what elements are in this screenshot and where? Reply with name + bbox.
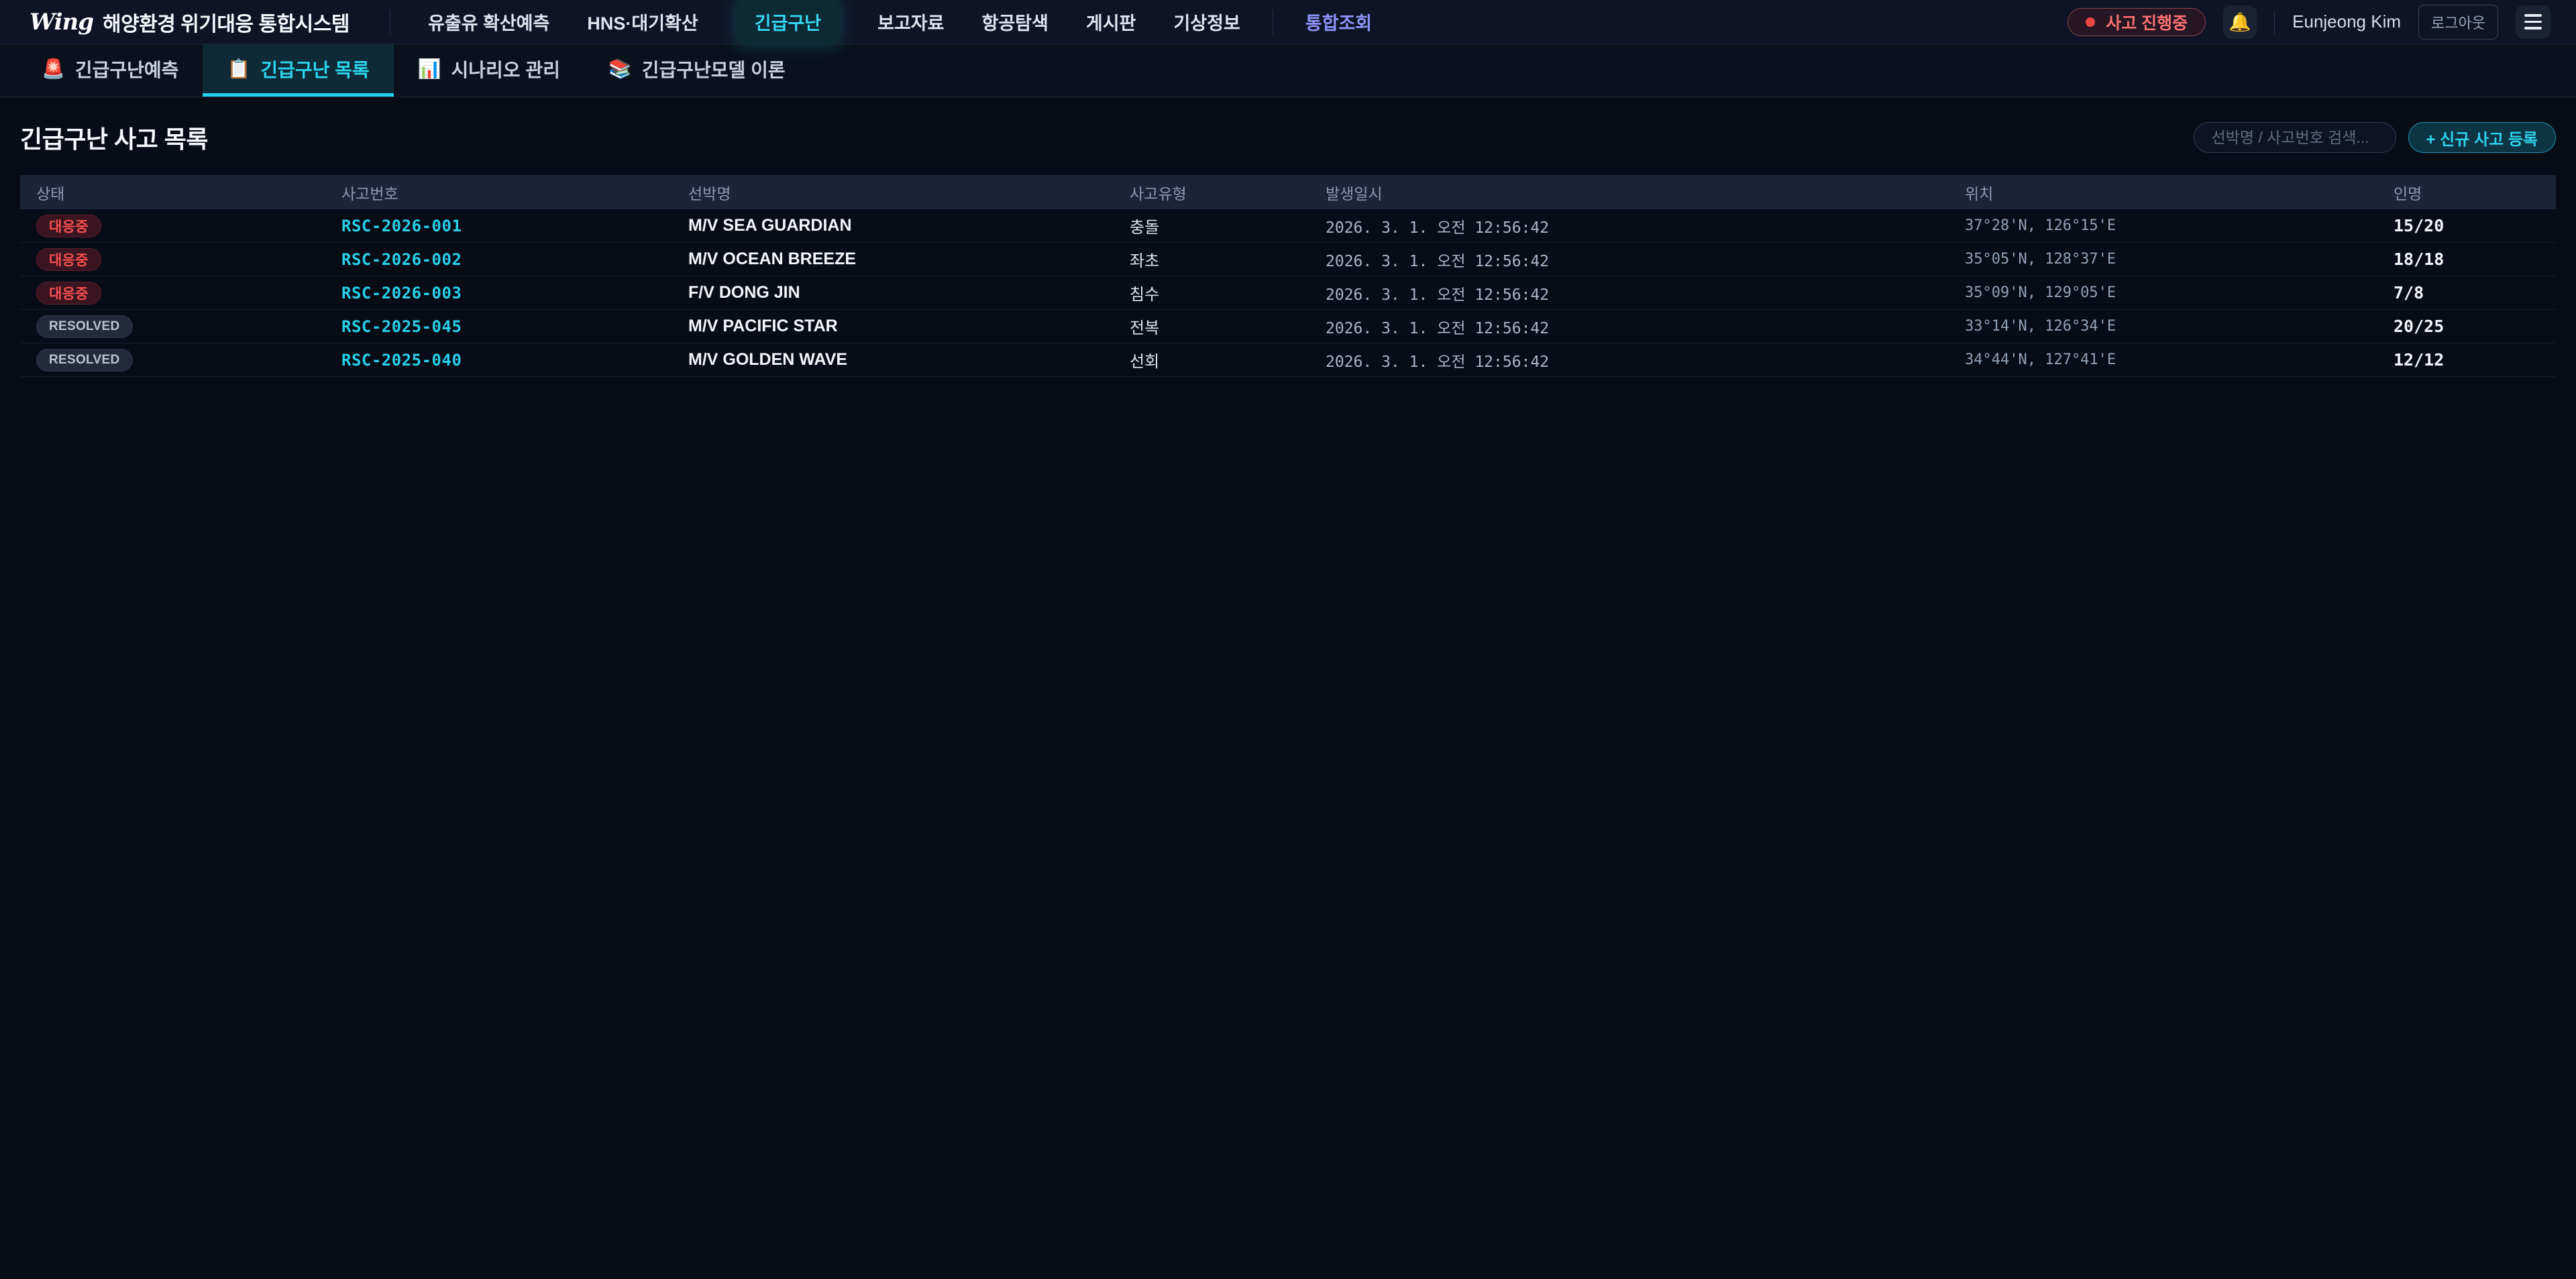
col-header-status: 상태 bbox=[20, 181, 325, 204]
ship-name: F/V DONG JIN bbox=[672, 283, 1114, 302]
tab-rescue-list[interactable]: 📋 긴급구난 목록 bbox=[203, 44, 393, 97]
username: Eunjeong Kim bbox=[2292, 11, 2401, 32]
status-badge: RESOLVED bbox=[36, 315, 133, 338]
incident-id-link[interactable]: RSC-2025-045 bbox=[325, 317, 672, 336]
books-icon: 📚 bbox=[608, 58, 632, 80]
tab-scenario-management[interactable]: 📊 시나리오 관리 bbox=[394, 44, 584, 97]
nav-item-aerial-search[interactable]: 항공탐색 bbox=[981, 9, 1048, 35]
position: 35°09'N, 129°05'E bbox=[1949, 284, 2377, 301]
tab-label: 긴급구난 목록 bbox=[260, 56, 369, 82]
persons-count: 7/8 bbox=[2377, 283, 2556, 302]
app-title: 해양환경 위기대응 통합시스템 bbox=[103, 7, 350, 37]
nav-item-board[interactable]: 게시판 bbox=[1086, 9, 1136, 35]
ship-name: M/V PACIFIC STAR bbox=[672, 317, 1114, 336]
incident-table: 상태 사고번호 선박명 사고유형 발생일시 위치 인명 대응중 RSC-2026… bbox=[20, 175, 2556, 377]
incident-type: 전복 bbox=[1114, 315, 1309, 338]
hamburger-icon bbox=[2524, 14, 2542, 17]
nav-item-emergency-rescue[interactable]: 긴급구난 bbox=[736, 0, 840, 46]
table-body: 대응중 RSC-2026-001 M/V SEA GUARDIAN 충돌 202… bbox=[20, 209, 2556, 377]
bell-icon: 🔔 bbox=[2229, 11, 2251, 33]
position: 33°14'N, 126°34'E bbox=[1949, 318, 2377, 335]
hamburger-menu-button[interactable] bbox=[2516, 5, 2551, 39]
nav-item-reports[interactable]: 보고자료 bbox=[877, 9, 944, 35]
notification-bell-button[interactable]: 🔔 bbox=[2223, 5, 2257, 39]
incident-in-progress-badge: 사고 진행중 bbox=[2068, 8, 2206, 36]
persons-count: 20/25 bbox=[2377, 317, 2556, 336]
logout-button[interactable]: 로그아웃 bbox=[2418, 5, 2498, 40]
incident-row[interactable]: 대응중 RSC-2026-003 F/V DONG JIN 침수 2026. 3… bbox=[20, 276, 2556, 310]
incident-id-link[interactable]: RSC-2026-001 bbox=[325, 217, 672, 235]
incident-id-link[interactable]: RSC-2025-040 bbox=[325, 351, 672, 370]
main-nav: 유출유 확산예측 HNS·대기확산 긴급구난 보고자료 항공탐색 게시판 기상정… bbox=[428, 0, 1372, 46]
alert-label: 사고 진행중 bbox=[2106, 10, 2188, 34]
clipboard-icon: 📋 bbox=[227, 58, 250, 80]
status-badge: 대응중 bbox=[36, 215, 101, 237]
search-input[interactable] bbox=[2194, 122, 2396, 153]
incident-row[interactable]: 대응중 RSC-2026-002 M/V OCEAN BREEZE 좌초 202… bbox=[20, 243, 2556, 276]
new-incident-button[interactable]: + 신규 사고 등록 bbox=[2408, 122, 2557, 153]
occurred-at: 2026. 3. 1. 오전 12:56:42 bbox=[1309, 215, 1949, 237]
siren-icon: 🚨 bbox=[42, 58, 65, 80]
top-navbar: Wing 해양환경 위기대응 통합시스템 유출유 확산예측 HNS·대기확산 긴… bbox=[0, 0, 2576, 44]
table-header-row: 상태 사고번호 선박명 사고유형 발생일시 위치 인명 bbox=[20, 175, 2556, 209]
tab-rescue-forecast[interactable]: 🚨 긴급구난예측 bbox=[17, 44, 203, 97]
nav-item-weather-info[interactable]: 기상정보 bbox=[1173, 9, 1240, 35]
incident-id-link[interactable]: RSC-2026-003 bbox=[325, 284, 672, 302]
incident-id-link[interactable]: RSC-2026-002 bbox=[325, 250, 672, 269]
incident-type: 충돌 bbox=[1114, 214, 1309, 237]
occurred-at: 2026. 3. 1. 오전 12:56:42 bbox=[1309, 315, 1949, 338]
incident-type: 침수 bbox=[1114, 281, 1309, 304]
ship-name: M/V SEA GUARDIAN bbox=[672, 216, 1114, 235]
col-header-incident-id: 사고번호 bbox=[325, 181, 672, 204]
bar-chart-icon: 📊 bbox=[418, 58, 441, 80]
persons-count: 18/18 bbox=[2377, 249, 2556, 269]
wing-logo: Wing bbox=[30, 9, 93, 36]
occurred-at: 2026. 3. 1. 오전 12:56:42 bbox=[1309, 248, 1949, 271]
col-header-incident-type: 사고유형 bbox=[1114, 181, 1309, 204]
incident-row[interactable]: RESOLVED RSC-2025-045 M/V PACIFIC STAR 전… bbox=[20, 310, 2556, 343]
tab-label: 긴급구난예측 bbox=[75, 56, 179, 82]
col-header-occurred-at: 발생일시 bbox=[1309, 181, 1949, 204]
position: 35°05'N, 128°37'E bbox=[1949, 251, 2377, 268]
user-section-divider bbox=[2274, 10, 2275, 34]
ship-name: M/V GOLDEN WAVE bbox=[672, 350, 1114, 370]
ship-name: M/V OCEAN BREEZE bbox=[672, 249, 1114, 269]
nav-item-integrated-lookup[interactable]: 통합조회 bbox=[1305, 9, 1372, 35]
topbar-right: 사고 진행중 🔔 Eunjeong Kim 로그아웃 bbox=[2068, 5, 2551, 40]
status-badge: 대응중 bbox=[36, 248, 101, 271]
occurred-at: 2026. 3. 1. 오전 12:56:42 bbox=[1309, 349, 1949, 372]
alert-dot-icon bbox=[2086, 17, 2095, 27]
position: 34°44'N, 127°41'E bbox=[1949, 351, 2377, 368]
col-header-ship-name: 선박명 bbox=[672, 181, 1114, 204]
brand: Wing 해양환경 위기대응 통합시스템 bbox=[30, 7, 350, 37]
occurred-at: 2026. 3. 1. 오전 12:56:42 bbox=[1309, 282, 1949, 304]
incident-row[interactable]: 대응중 RSC-2026-001 M/V SEA GUARDIAN 충돌 202… bbox=[20, 209, 2556, 243]
sub-tabbar: 🚨 긴급구난예측 📋 긴급구난 목록 📊 시나리오 관리 📚 긴급구난모델 이론 bbox=[0, 44, 2576, 97]
status-badge: 대응중 bbox=[36, 282, 101, 304]
page-title: 긴급구난 사고 목록 bbox=[20, 120, 208, 155]
position: 37°28'N, 126°15'E bbox=[1949, 217, 2377, 234]
status-badge: RESOLVED bbox=[36, 349, 133, 372]
page-actions: + 신규 사고 등록 bbox=[2194, 122, 2557, 153]
tab-rescue-model-theory[interactable]: 📚 긴급구난모델 이론 bbox=[584, 44, 810, 97]
tab-label: 시나리오 관리 bbox=[451, 56, 560, 82]
col-header-persons: 인명 bbox=[2377, 181, 2556, 204]
col-header-position: 위치 bbox=[1949, 181, 2377, 204]
tab-label: 긴급구난모델 이론 bbox=[642, 56, 786, 82]
nav-item-oil-spill-forecast[interactable]: 유출유 확산예측 bbox=[428, 9, 549, 35]
page-header: 긴급구난 사고 목록 + 신규 사고 등록 bbox=[0, 97, 2576, 175]
persons-count: 12/12 bbox=[2377, 350, 2556, 370]
nav-item-hns-atmospheric[interactable]: HNS·대기확산 bbox=[587, 9, 698, 35]
incident-type: 선회 bbox=[1114, 348, 1309, 372]
persons-count: 15/20 bbox=[2377, 216, 2556, 235]
incident-row[interactable]: RESOLVED RSC-2025-040 M/V GOLDEN WAVE 선회… bbox=[20, 343, 2556, 377]
incident-type: 좌초 bbox=[1114, 247, 1309, 271]
